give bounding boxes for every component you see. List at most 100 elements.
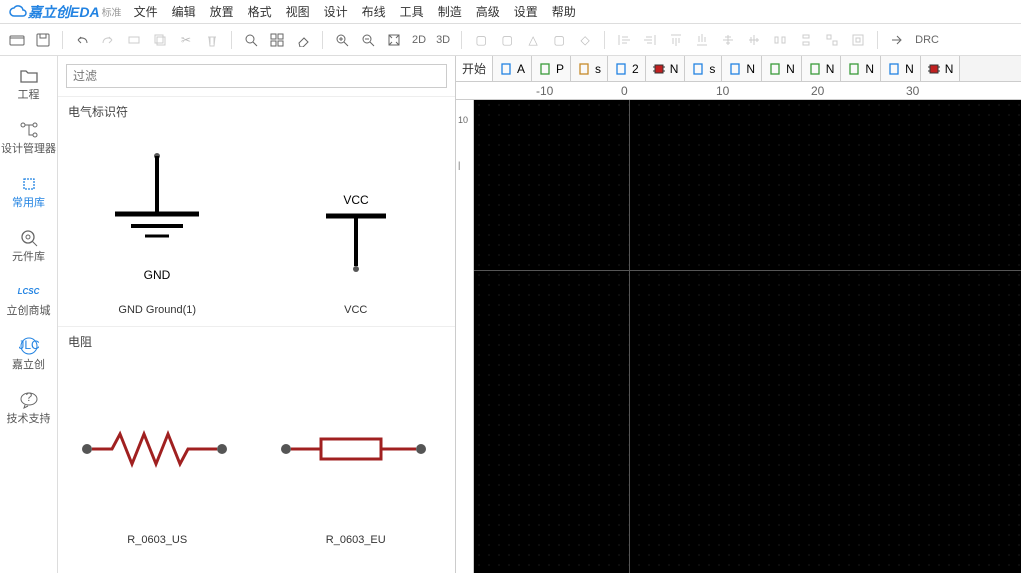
tab-label: N (905, 62, 914, 76)
svg-text:VCC: VCC (343, 193, 369, 207)
menu-place[interactable]: 放置 (210, 3, 234, 20)
tab-icon (887, 62, 901, 76)
chip-icon (18, 173, 40, 195)
sidebar-item-design-mgr[interactable]: 设计管理器 (0, 110, 57, 164)
undo-icon[interactable] (71, 29, 93, 51)
library-panel: 电气标识符 GND GND Ground(1) (58, 56, 456, 573)
logo-brand: 嘉立创EDA (28, 2, 100, 22)
dist-4-icon[interactable] (847, 29, 869, 51)
doc-tab[interactable]: P (532, 56, 571, 81)
tab-label: P (556, 62, 564, 76)
ruler-vertical: 10| (456, 100, 474, 573)
open-icon[interactable] (6, 29, 28, 51)
search-icon[interactable] (240, 29, 262, 51)
tool-5-icon[interactable]: ◇ (574, 29, 596, 51)
align-4-icon[interactable] (691, 29, 713, 51)
doc-tab[interactable]: N (722, 56, 762, 81)
sidebar-item-support[interactable]: ? 技术支持 (0, 380, 57, 434)
lcsc-icon: LCSC (18, 281, 40, 303)
tab-icon (614, 62, 628, 76)
align-2-icon[interactable] (639, 29, 661, 51)
app-logo: 嘉立创EDA 标准 (8, 2, 122, 22)
pcb-canvas[interactable] (474, 100, 1021, 573)
tab-label: N (865, 62, 874, 76)
folder-icon (18, 65, 40, 87)
gnd-symbol: GND (62, 134, 253, 304)
delete-icon[interactable] (201, 29, 223, 51)
print-icon[interactable] (123, 29, 145, 51)
tabbar: 开始 APs2NsNNNNNN (456, 56, 1021, 82)
align-1-icon[interactable] (613, 29, 635, 51)
doc-tab[interactable]: s (685, 56, 722, 81)
copy-icon[interactable] (149, 29, 171, 51)
tab-label: s (709, 62, 715, 76)
tab-icon (577, 62, 591, 76)
menu-edit[interactable]: 编辑 (172, 3, 196, 20)
doc-tab[interactable]: N (762, 56, 802, 81)
align-3-icon[interactable] (665, 29, 687, 51)
component-r-eu[interactable]: R_0603_EU (257, 356, 456, 556)
filter-input[interactable] (66, 64, 447, 88)
doc-tab[interactable]: N (646, 56, 686, 81)
tab-label: N (786, 62, 795, 76)
sidebar-item-common-lib[interactable]: 常用库 (0, 164, 57, 218)
jlc-icon: JLC (18, 335, 40, 357)
tool-1-icon[interactable]: ▢ (470, 29, 492, 51)
svg-text:GND: GND (144, 268, 171, 282)
sidebar-item-parts-lib[interactable]: 元件库 (0, 218, 57, 272)
doc-tab[interactable]: N (881, 56, 921, 81)
doc-tab[interactable]: N (921, 56, 961, 81)
dist-1-icon[interactable] (769, 29, 791, 51)
logo-suffix: 标准 (102, 4, 122, 19)
doc-tab[interactable]: 2 (608, 56, 646, 81)
export-icon[interactable] (886, 29, 908, 51)
group-header-resistor[interactable]: 电阻 (58, 326, 455, 356)
menu-fabricate[interactable]: 制造 (438, 3, 462, 20)
doc-tab[interactable]: A (493, 56, 532, 81)
eraser-icon[interactable] (292, 29, 314, 51)
component-vcc[interactable]: VCC VCC (257, 126, 456, 326)
view-3d[interactable]: 3D (433, 34, 453, 46)
align-6-icon[interactable] (743, 29, 765, 51)
fit-icon[interactable] (383, 29, 405, 51)
cloud-icon (8, 4, 28, 20)
sidebar-item-project[interactable]: 工程 (0, 56, 57, 110)
grid-icon[interactable] (266, 29, 288, 51)
menu-route[interactable]: 布线 (362, 3, 386, 20)
tab-start[interactable]: 开始 (456, 56, 493, 81)
group-header-electrical[interactable]: 电气标识符 (58, 96, 455, 126)
canvas-area: 开始 APs2NsNNNNNN -100102030 10| (456, 56, 1021, 573)
tab-label: N (945, 62, 954, 76)
redo-icon[interactable] (97, 29, 119, 51)
align-5-icon[interactable] (717, 29, 739, 51)
zoom-in-icon[interactable] (331, 29, 353, 51)
tool-3-icon[interactable]: △ (522, 29, 544, 51)
sidebar-item-jlc[interactable]: JLC 嘉立创 (0, 326, 57, 380)
dist-3-icon[interactable] (821, 29, 843, 51)
tool-4-icon[interactable]: ▢ (548, 29, 570, 51)
doc-tab[interactable]: s (571, 56, 608, 81)
tab-icon (847, 62, 861, 76)
view-2d[interactable]: 2D (409, 34, 429, 46)
component-r-us[interactable]: R_0603_US (58, 356, 257, 556)
zoom-out-icon[interactable] (357, 29, 379, 51)
svg-text:JLC: JLC (19, 338, 39, 352)
menu-settings[interactable]: 设置 (514, 3, 538, 20)
menu-help[interactable]: 帮助 (552, 3, 576, 20)
doc-tab[interactable]: N (802, 56, 842, 81)
dist-2-icon[interactable] (795, 29, 817, 51)
tool-2-icon[interactable]: ▢ (496, 29, 518, 51)
drc-button[interactable]: DRC (912, 34, 942, 46)
menu-view[interactable]: 视图 (286, 3, 310, 20)
cut-icon[interactable]: ✂ (175, 29, 197, 51)
save-icon[interactable] (32, 29, 54, 51)
menu-advanced[interactable]: 高级 (476, 3, 500, 20)
sidebar-item-lcsc[interactable]: LCSC 立创商城 (0, 272, 57, 326)
menu-design[interactable]: 设计 (324, 3, 348, 20)
menu-tools[interactable]: 工具 (400, 3, 424, 20)
doc-tab[interactable]: N (841, 56, 881, 81)
menu-format[interactable]: 格式 (248, 3, 272, 20)
component-gnd[interactable]: GND GND Ground(1) (58, 126, 257, 326)
resistor-eu-symbol (261, 364, 452, 534)
menu-file[interactable]: 文件 (134, 3, 158, 20)
